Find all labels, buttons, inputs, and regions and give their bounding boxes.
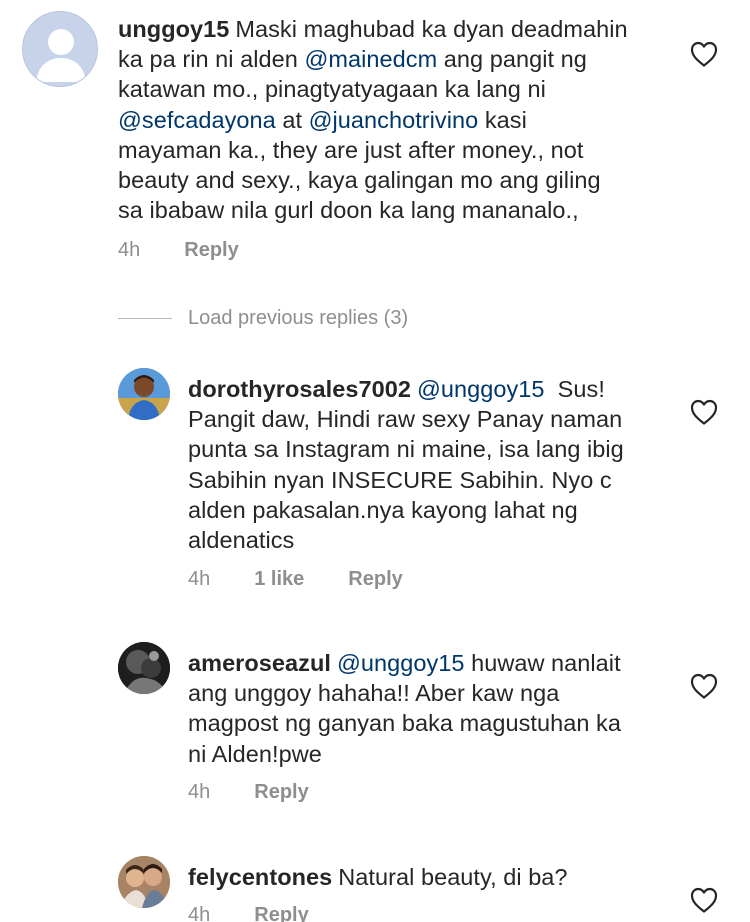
load-previous-label[interactable]: Load previous replies (3)	[188, 307, 408, 330]
comment-line: kasi	[484, 106, 527, 133]
comment-line: ka pa rin ni alden	[118, 46, 298, 73]
like-button[interactable]	[689, 886, 719, 914]
heart-icon	[690, 41, 718, 67]
comment-time: 4h	[188, 903, 211, 922]
comment-line: at	[282, 106, 303, 133]
like-button[interactable]	[689, 672, 719, 700]
mention-link[interactable]: @unggoy15	[337, 650, 465, 676]
comment-line: punta sa Instagram ni maine, isa lang ib…	[188, 436, 624, 463]
comment-line: magpost ng ganyan baka magustuhan ka	[188, 710, 621, 737]
mention-link[interactable]: @unggoy15	[417, 376, 545, 402]
comment-line: huwaw nanlait	[471, 650, 621, 676]
heart-icon	[690, 399, 718, 425]
reply-button[interactable]: Reply	[254, 781, 308, 804]
avatar[interactable]	[118, 642, 170, 694]
comment-username[interactable]: ameroseazul	[188, 650, 331, 676]
comment-line: aldenatics	[188, 527, 295, 554]
divider	[118, 317, 172, 319]
comment-line: katawan mo., pinagtyatyagaan ka lang ni	[118, 76, 546, 103]
avatar[interactable]	[118, 856, 170, 908]
heart-icon	[690, 673, 718, 699]
comment-ameroseazul: ameroseazul @unggoy15 huwaw nanlait ang u…	[0, 636, 750, 816]
load-previous-replies[interactable]: Load previous replies (3)	[118, 304, 408, 332]
comment-username[interactable]: dorothyrosales7002	[188, 376, 411, 402]
comment-line: Maski maghubad ka dyan deadmahin	[235, 16, 628, 42]
reply-button[interactable]: Reply	[184, 239, 238, 262]
comment-meta: 4h Reply	[118, 237, 239, 263]
comment-line: sa ibabaw nila gurl doon ka lang mananal…	[118, 197, 579, 224]
mention-link[interactable]: @juanchotrivino	[309, 107, 479, 133]
comment-felycentones: felycentones Natural beauty, di ba? 4h Re…	[0, 850, 750, 922]
comment-meta: 4h Reply	[188, 779, 309, 805]
mention-link[interactable]: @sefcadayona	[118, 107, 276, 133]
comment-text: dorothyrosales7002 @unggoy15 Sus! Pangit …	[188, 374, 688, 555]
reply-button[interactable]: Reply	[348, 568, 402, 591]
comment-meta: 4h 1 like Reply	[188, 566, 403, 592]
comment-line: Natural beauty, di ba?	[338, 864, 568, 890]
comment-line: Sus!	[557, 376, 605, 402]
user-photo-icon	[118, 642, 170, 694]
comment-line: ni Alden!pwe	[188, 740, 322, 767]
avatar[interactable]	[22, 11, 98, 87]
comment-unggoy15: unggoy15 Maski maghubad ka dyan deadmahin…	[0, 0, 750, 270]
comment-line: ang pangit ng	[443, 46, 587, 73]
comment-line: beauty and sexy., kaya galingan mo ang g…	[118, 167, 601, 194]
like-button[interactable]	[689, 40, 719, 68]
comment-time: 4h	[188, 780, 211, 803]
comment-text: unggoy15 Maski maghubad ka dyan deadmahin…	[118, 14, 678, 225]
comment-line: ang unggoy hahaha!! Aber kaw nga	[188, 680, 560, 707]
comment-line: alden pakasalan.nya kayong lahat ng	[188, 496, 578, 523]
user-photo-icon	[118, 368, 170, 420]
comment-username[interactable]: unggoy15	[118, 16, 229, 42]
comment-time: 4h	[118, 238, 141, 261]
reply-button[interactable]: Reply	[254, 904, 308, 922]
comment-meta: 4h Reply	[188, 902, 309, 922]
comment-line: Sabihin nyan INSECURE Sabihin. Nyo c	[188, 466, 612, 493]
mention-link[interactable]: @mainedcm	[304, 46, 437, 72]
comments-thread: unggoy15 Maski maghubad ka dyan deadmahin…	[0, 0, 750, 922]
person-silhouette-icon	[36, 29, 86, 82]
heart-icon	[690, 887, 718, 913]
comment-text: ameroseazul @unggoy15 huwaw nanlait ang u…	[188, 648, 688, 769]
comment-username[interactable]: felycentones	[188, 864, 332, 890]
comment-text: felycentones Natural beauty, di ba?	[188, 862, 688, 892]
comment-line: mayaman ka., they are just after money.,…	[118, 136, 584, 163]
avatar[interactable]	[118, 368, 170, 420]
like-count[interactable]: 1 like	[254, 568, 304, 591]
comment-dorothyrosales7002: dorothyrosales7002 @unggoy15 Sus! Pangit …	[0, 360, 750, 600]
user-photo-icon	[118, 856, 170, 908]
like-button[interactable]	[689, 398, 719, 426]
comment-line: Pangit daw, Hindi raw sexy Panay naman	[188, 406, 623, 433]
comment-time: 4h	[188, 567, 211, 590]
